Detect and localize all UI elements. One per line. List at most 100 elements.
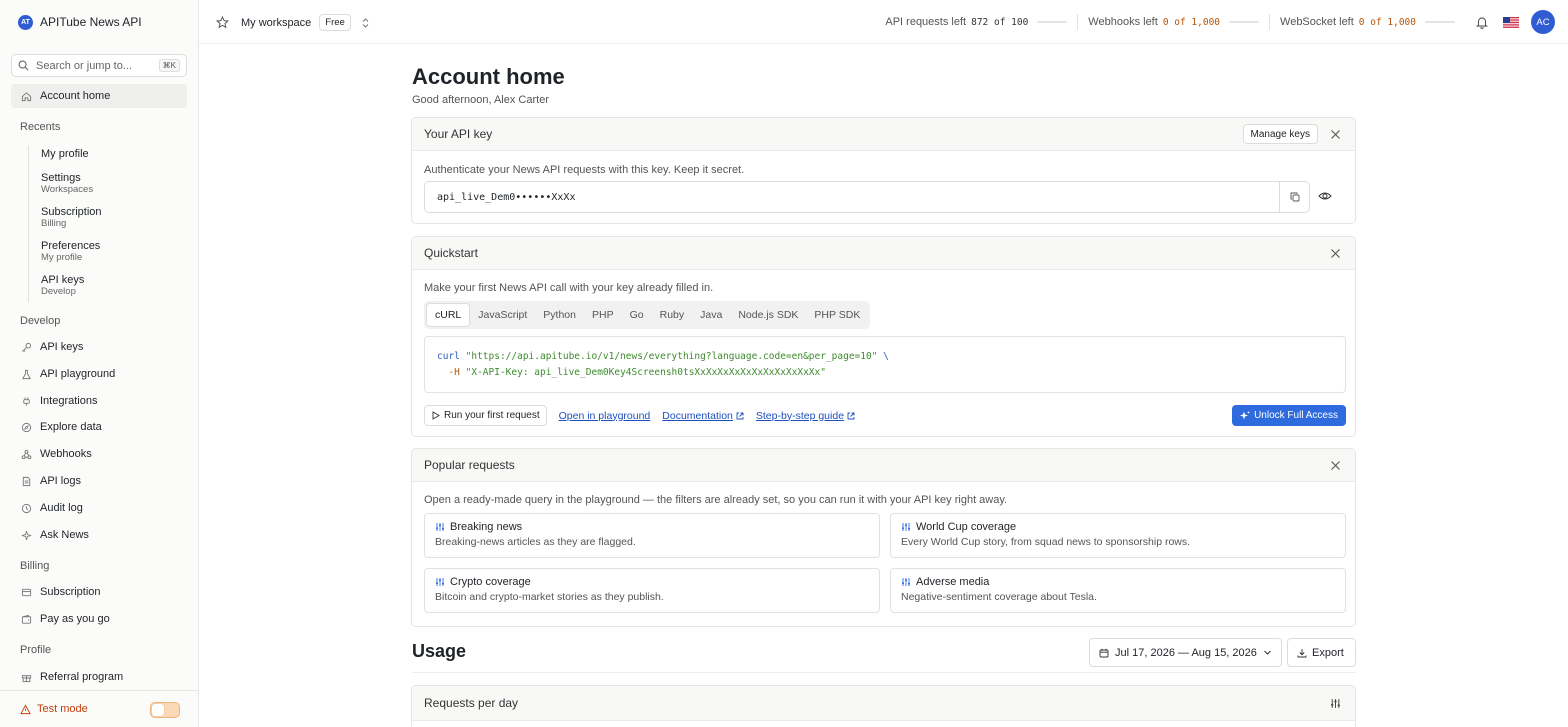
recent-item-sub: Develop xyxy=(41,286,76,297)
sidebar-item-explore-data[interactable]: Explore data xyxy=(11,415,187,439)
sidebar-item-label: API keys xyxy=(40,341,84,353)
quota-api-requests: API requests left 872 of 100 xyxy=(875,16,1077,28)
tab-php-sdk[interactable]: PHP SDK xyxy=(806,303,868,327)
date-range-label: Jul 17, 2026 — Aug 15, 2026 xyxy=(1115,646,1257,659)
search-box[interactable]: ⌘K xyxy=(11,54,187,77)
quota-value: 0 of 1,000 xyxy=(1162,16,1221,28)
plug-icon xyxy=(23,396,30,406)
recents-heading: Recents xyxy=(20,121,61,133)
close-icon[interactable] xyxy=(1330,248,1341,259)
quickstart-card: Quickstart Make your first News API call… xyxy=(411,236,1356,437)
sidebar-item-webhooks[interactable]: Webhooks xyxy=(11,442,187,466)
popular-item-desc: Every World Cup story, from squad news t… xyxy=(901,536,1191,548)
popular-item-crypto[interactable]: Crypto coverage Bitcoin and crypto-marke… xyxy=(424,568,880,613)
recent-item-my-profile[interactable]: My profile xyxy=(41,148,89,160)
popular-item-breaking-news[interactable]: Breaking news Breaking-news articles as … xyxy=(424,513,880,558)
eye-icon[interactable] xyxy=(1318,189,1332,203)
tab-nodejs-sdk[interactable]: Node.js SDK xyxy=(730,303,806,327)
sidebar: AT APITube News API ⌘K Account home Rece… xyxy=(0,0,199,727)
sliders-icon xyxy=(902,523,910,531)
sidebar-item-account-home[interactable]: Account home xyxy=(11,84,187,108)
page-title: Account home xyxy=(412,64,565,89)
close-icon[interactable] xyxy=(1330,460,1341,471)
workspace-switcher[interactable]: My workspace Free xyxy=(216,14,370,31)
tab-go[interactable]: Go xyxy=(622,303,652,327)
credit-card-icon xyxy=(21,588,32,596)
divider xyxy=(412,672,1356,673)
quota-webhooks: Webhooks left 0 of 1,000 xyxy=(1078,16,1269,28)
avatar[interactable]: AC xyxy=(1531,10,1555,34)
recent-item-label: Subscription xyxy=(41,206,102,218)
workspace-name: My workspace xyxy=(241,16,312,29)
code-header: "X-API-Key: api_live_Dem0Key4Screensh0ts… xyxy=(465,367,826,378)
topbar: My workspace Free API requests left 872 … xyxy=(199,0,1568,44)
sidebar-item-label: Webhooks xyxy=(40,448,92,460)
recent-item-label: My profile xyxy=(41,148,89,160)
export-button[interactable]: Export xyxy=(1287,638,1356,667)
sidebar-item-label: Explore data xyxy=(40,421,102,433)
sidebar-item-subscription[interactable]: Subscription xyxy=(11,580,187,604)
open-playground-link[interactable]: Open in playground xyxy=(559,410,651,422)
us-flag-icon[interactable] xyxy=(1503,16,1519,28)
copy-button[interactable] xyxy=(1279,182,1309,212)
language-tabs: cURL JavaScript Python PHP Go Ruby Java … xyxy=(424,301,871,329)
bell-icon[interactable] xyxy=(1475,15,1489,29)
sliders-icon xyxy=(436,578,444,586)
button-label: Export xyxy=(1312,646,1344,659)
tab-javascript[interactable]: JavaScript xyxy=(470,303,535,327)
card-title: Your API key xyxy=(424,127,493,141)
quota-label: WebSocket left xyxy=(1280,16,1354,28)
card-title: Popular requests xyxy=(424,458,515,472)
recent-item-subscription[interactable]: Subscription Billing xyxy=(41,206,102,229)
sidebar-item-integrations[interactable]: Integrations xyxy=(11,389,187,413)
run-request-button[interactable]: Run your first request xyxy=(424,405,547,426)
star-icon[interactable] xyxy=(216,16,229,29)
api-key-field[interactable]: api_live_Dem0••••••XxXx xyxy=(424,181,1310,213)
unlock-full-access-button[interactable]: Unlock Full Access xyxy=(1232,405,1346,426)
tab-php[interactable]: PHP xyxy=(584,303,622,327)
recent-item-sub: Workspaces xyxy=(41,184,94,195)
quota-websocket: WebSocket left 0 of 1,000 xyxy=(1270,16,1465,28)
sidebar-item-pay-as-you-go[interactable]: Pay as you go xyxy=(11,607,187,631)
tab-ruby[interactable]: Ruby xyxy=(652,303,693,327)
test-mode-toggle[interactable] xyxy=(150,702,180,718)
tab-python[interactable]: Python xyxy=(535,303,584,327)
code-block[interactable]: curl "https://api.apitube.io/v1/news/eve… xyxy=(424,336,1346,393)
sidebar-item-ask-news[interactable]: Ask News xyxy=(11,523,187,547)
manage-keys-button[interactable]: Manage keys xyxy=(1242,124,1318,144)
popular-grid: Breaking news Breaking-news articles as … xyxy=(424,513,1346,613)
popular-item-world-cup[interactable]: World Cup coverage Every World Cup story… xyxy=(890,513,1346,558)
step-by-step-guide-link[interactable]: Step-by-step guide xyxy=(756,410,855,422)
recent-item-api-keys[interactable]: API keys Develop xyxy=(41,274,84,297)
date-range-picker[interactable]: Jul 17, 2026 — Aug 15, 2026 xyxy=(1089,638,1282,667)
recent-item-settings[interactable]: Settings Workspaces xyxy=(41,172,93,195)
test-mode-label: Test mode xyxy=(20,703,88,715)
sliders-icon[interactable] xyxy=(1330,698,1341,709)
recent-item-preferences[interactable]: Preferences My profile xyxy=(41,240,100,263)
sidebar-item-referral-program[interactable]: Referral program xyxy=(11,665,187,689)
brand-name: APITube News API xyxy=(40,15,142,29)
sidebar-item-api-logs[interactable]: API logs xyxy=(11,469,187,493)
copy-icon xyxy=(1290,192,1299,202)
sidebar-item-audit-log[interactable]: Audit log xyxy=(11,496,187,520)
flask-icon xyxy=(22,369,31,379)
recent-item-label: Preferences xyxy=(41,240,101,252)
api-key-card: Your API key Manage keys Authenticate yo… xyxy=(411,117,1356,224)
close-icon[interactable] xyxy=(1330,129,1341,140)
popular-item-title: World Cup coverage xyxy=(901,521,1335,533)
code-command: curl xyxy=(437,351,460,362)
search-input[interactable] xyxy=(36,59,152,72)
develop-heading: Develop xyxy=(20,315,61,327)
sidebar-item-label: Ask News xyxy=(40,529,89,541)
sparkle-icon xyxy=(21,530,32,540)
tab-curl[interactable]: cURL xyxy=(426,303,471,327)
sidebar-item-api-keys[interactable]: API keys xyxy=(11,335,187,359)
tab-java[interactable]: Java xyxy=(692,303,730,327)
sidebar-footer: Test mode xyxy=(0,690,199,727)
compass-icon xyxy=(21,422,32,432)
usage-title: Usage xyxy=(412,641,467,661)
documentation-link[interactable]: Documentation xyxy=(662,410,744,422)
sidebar-item-api-playground[interactable]: API playground xyxy=(11,362,187,386)
brand[interactable]: AT APITube News API xyxy=(18,14,142,30)
popular-item-adverse-media[interactable]: Adverse media Negative-sentiment coverag… xyxy=(890,568,1346,613)
